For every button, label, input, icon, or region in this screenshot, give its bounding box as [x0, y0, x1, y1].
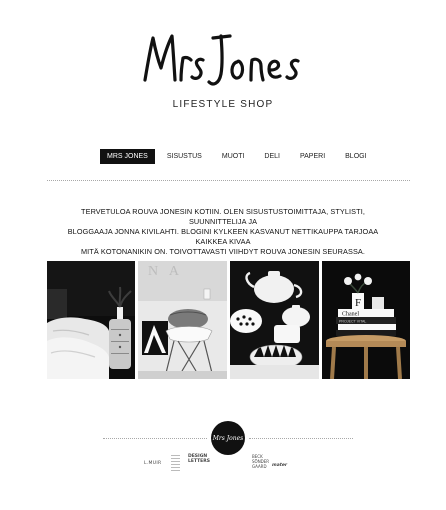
- photo-gallery: N A F Chanel PROJECT VITAL: [47, 261, 410, 379]
- partner-beck-line: GAARD: [252, 464, 267, 469]
- nav-item-mrs-jones[interactable]: MRS JONES: [100, 149, 155, 164]
- brand-logo[interactable]: [0, 28, 446, 90]
- mrs-jones-logo-mark: [143, 34, 300, 86]
- intro-line: BLOGGAAJA JONNA KIVILAHTI. BLOGINI KYLKE…: [67, 227, 379, 246]
- book-title-project: PROJECT VITAL: [339, 320, 366, 324]
- nav-item-blogi[interactable]: BLOGI: [341, 149, 370, 164]
- divider-footer-right: [249, 438, 353, 439]
- intro-text: TERVETULOA ROUVA JONESIN KOTIIN. OLEN SI…: [58, 207, 388, 257]
- teaware-image: [230, 261, 319, 379]
- divider-top: [47, 180, 410, 181]
- partner-design-letters-line: LETTERS: [188, 459, 210, 464]
- divider-footer-left: [103, 438, 207, 439]
- partner-lmuir[interactable]: L.MUIR: [144, 461, 161, 466]
- intro-line: TERVETULOA ROUVA JONESIN KOTIIN. OLEN SI…: [81, 207, 365, 226]
- stool-books-image: F Chanel PROJECT VITAL: [322, 261, 410, 379]
- partner-design-letters[interactable]: DESIGN LETTERS: [188, 454, 210, 464]
- footer-logo-badge[interactable]: Mrs Jones: [211, 421, 245, 455]
- partner-beck-sondergaard[interactable]: BECK SÖNDER GAARD: [252, 454, 269, 469]
- vase-letter: F: [355, 297, 361, 309]
- stool-books-photo[interactable]: F Chanel PROJECT VITAL: [322, 261, 410, 379]
- chair-photo[interactable]: N A: [138, 261, 227, 379]
- teaware-photo[interactable]: [230, 261, 319, 379]
- footer-badge-text: Mrs Jones: [212, 434, 244, 442]
- nav-item-sisustus[interactable]: SISUSTUS: [163, 149, 206, 164]
- book-title-chanel: Chanel: [342, 312, 359, 318]
- partner-logos: L.MUIR DESIGN LETTERS BECK SÖNDER GAARD …: [140, 452, 310, 476]
- main-navigation: MRS JONES SISUSTUS MUOTI DELI PAPERI BLO…: [100, 149, 371, 164]
- nav-item-muoti[interactable]: MUOTI: [218, 149, 249, 164]
- chair-image: N A: [138, 261, 227, 379]
- bedroom-image: [47, 261, 135, 379]
- bedroom-photo[interactable]: [47, 261, 135, 379]
- intro-line: MITÄ KOTONANIKIN ON. TOIVOTTAVASTI VIIHD…: [80, 247, 366, 256]
- nav-item-deli[interactable]: DELI: [260, 149, 284, 164]
- shop-tagline: LIFESTYLE SHOP: [172, 99, 274, 110]
- nav-item-paperi[interactable]: PAPERI: [296, 149, 329, 164]
- partner-tower-logo[interactable]: [171, 455, 180, 472]
- partner-mater[interactable]: mater: [272, 463, 287, 468]
- svg-text:N A: N A: [148, 264, 183, 279]
